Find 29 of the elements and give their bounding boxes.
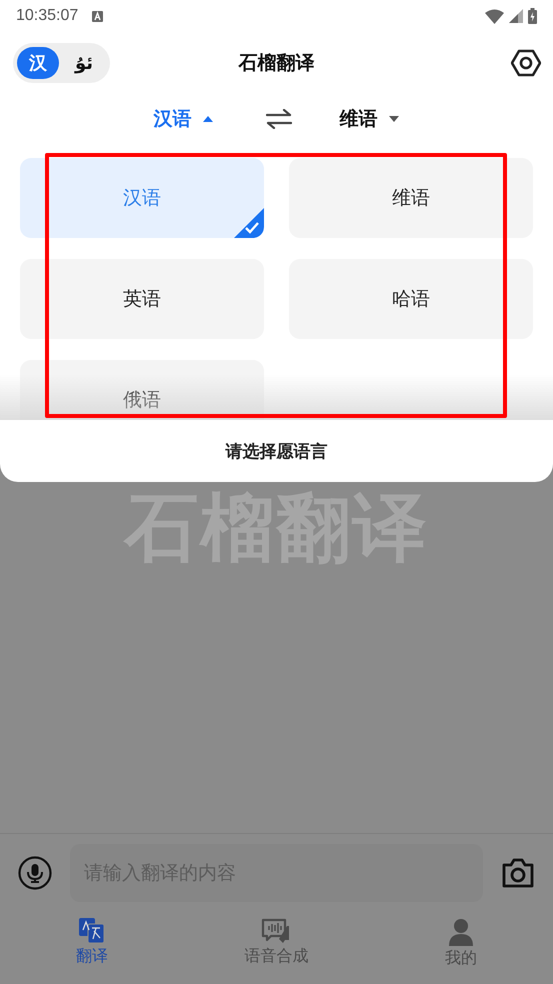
voice-chat-icon xyxy=(261,918,292,944)
sheet-title: 请选择愿语言 xyxy=(226,440,328,462)
language-option[interactable]: 英语 xyxy=(20,259,264,339)
language-option[interactable]: 哈语 xyxy=(289,259,533,339)
signal-icon xyxy=(509,9,523,23)
nav-tab[interactable]: 我的 xyxy=(368,912,553,984)
language-option[interactable]: 维语 xyxy=(289,158,533,238)
wifi-icon xyxy=(485,8,504,24)
script-toggle-option[interactable]: 汉 xyxy=(17,47,59,79)
microphone-icon[interactable] xyxy=(18,856,52,890)
caret-icon xyxy=(202,115,214,123)
person-icon xyxy=(448,918,474,946)
nav-tab[interactable]: 翻译 xyxy=(0,912,184,984)
app-title: 石榴翻译 xyxy=(238,51,314,76)
language-option[interactable]: 汉语 xyxy=(20,158,264,238)
language-selector[interactable]: 维语 xyxy=(340,106,400,132)
language-option[interactable]: 俄语 xyxy=(20,360,264,420)
status-time: 10:35:07 xyxy=(16,7,78,25)
camera-icon[interactable] xyxy=(501,858,535,888)
settings-button[interactable] xyxy=(511,48,541,78)
battery-icon xyxy=(528,8,537,24)
script-toggle-option[interactable]: ئۇ xyxy=(63,47,105,79)
nav-tab[interactable]: 语音合成 xyxy=(184,912,369,984)
translate-icon xyxy=(79,918,106,944)
notification-icon xyxy=(92,10,104,22)
language-selector[interactable]: 汉语 xyxy=(154,106,214,132)
swap-icon[interactable] xyxy=(266,109,292,129)
checkmark-icon xyxy=(234,208,264,238)
caret-icon xyxy=(388,115,400,123)
